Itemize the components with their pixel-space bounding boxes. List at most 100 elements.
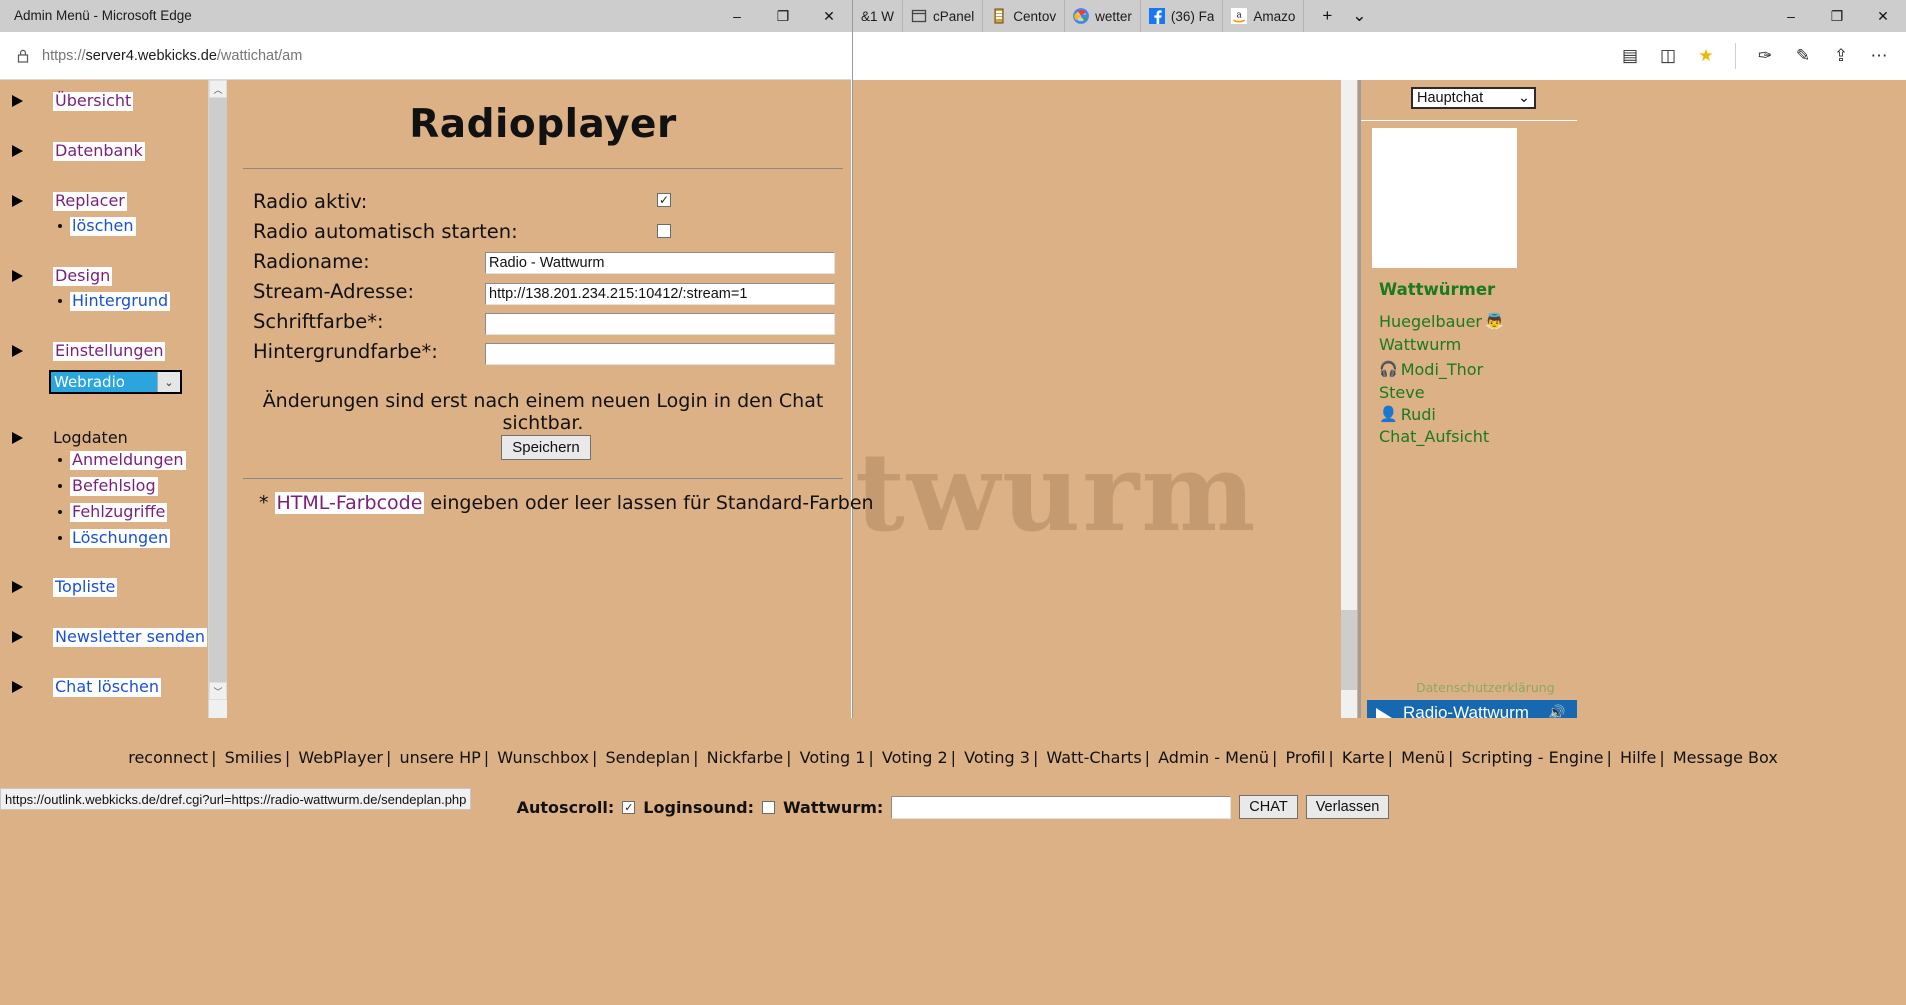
nav-link-voting-2[interactable]: Voting 2 — [882, 748, 948, 767]
stream-adresse-input[interactable]: http://138.201.234.215:10412/:stream=1 — [485, 283, 835, 305]
close-button[interactable]: ✕ — [1860, 0, 1906, 32]
address-bar[interactable]: https://server4.webkicks.de/wattichat/am — [0, 32, 851, 80]
close-button[interactable]: ✕ — [806, 0, 852, 32]
nav-sep: | — [1030, 748, 1041, 767]
sidebar-item-hintergrund[interactable]: Hintergrund — [58, 292, 170, 311]
reading-list-icon[interactable]: ◫ — [1651, 39, 1685, 73]
scroll-down-button[interactable]: ﹀ — [209, 682, 227, 700]
nav-link-hilfe[interactable]: Hilfe — [1620, 748, 1656, 767]
list-item[interactable]: Chat_Aufsicht — [1379, 427, 1489, 446]
favorites-star-icon[interactable]: ★ — [1689, 39, 1723, 73]
loginsound-checkbox[interactable] — [762, 801, 775, 814]
collections-icon[interactable]: ▤ — [1613, 39, 1647, 73]
watermark-logo: twurm — [855, 430, 1275, 650]
nav-link-message-box[interactable]: Message Box — [1673, 748, 1778, 767]
browser-tab[interactable]: (36) Fa — [1141, 0, 1224, 32]
browser-tab[interactable]: &1 W — [852, 0, 903, 32]
browser-tab[interactable]: a Amazo — [1223, 0, 1304, 32]
sidebar-item-label: Befehlslog — [70, 477, 158, 496]
save-button[interactable]: Speichern — [501, 435, 591, 460]
list-item[interactable]: Wattwurm — [1379, 335, 1461, 354]
minimize-button[interactable]: – — [1768, 0, 1814, 32]
list-item[interactable]: Steve — [1379, 383, 1425, 402]
share-icon[interactable]: ⇪ — [1824, 39, 1858, 73]
privacy-policy-link[interactable]: Datenschutzerklärung — [1416, 680, 1555, 695]
leave-chat-button[interactable]: Verlassen — [1306, 795, 1390, 819]
html-farbcode-link[interactable]: HTML-Farbcode — [275, 492, 425, 514]
user-name: Steve — [1379, 383, 1425, 402]
sidebar-item-uebersicht[interactable]: Übersicht — [12, 92, 133, 111]
new-tab-button[interactable]: + — [1312, 1, 1342, 31]
bullet-icon — [58, 536, 62, 540]
hintergrundfarbe-input[interactable] — [485, 343, 835, 365]
nav-link-karte[interactable]: Karte — [1342, 748, 1385, 767]
favorites-hub-icon[interactable]: ✑ — [1748, 39, 1782, 73]
chat-scrollbar[interactable] — [1341, 80, 1357, 720]
nav-link-wunschbox[interactable]: Wunschbox — [497, 748, 589, 767]
sidebar-scrollbar-thumb[interactable] — [209, 98, 227, 682]
sidebar-item-befehlslog[interactable]: Befehlslog — [58, 477, 158, 496]
sidebar-item-design[interactable]: Design — [12, 267, 112, 286]
chat-scrollbar-thumb[interactable] — [1341, 610, 1357, 690]
chevron-down-icon[interactable]: ⌄ — [1344, 1, 1374, 31]
settings-select[interactable]: Webradio ⌄ — [49, 370, 182, 394]
nav-link-scripting-engine[interactable]: Scripting - Engine — [1462, 748, 1604, 767]
sidebar-item-label: löschen — [70, 217, 136, 236]
message-input[interactable] — [891, 796, 1231, 819]
radio-aktiv-checkbox[interactable]: ✓ — [657, 193, 671, 207]
more-options-icon[interactable]: ⋯ — [1862, 39, 1896, 73]
arrow-right-icon — [12, 681, 23, 693]
minimize-button[interactable]: – — [714, 0, 760, 32]
bullet-icon — [58, 224, 62, 228]
nav-link-admin-menue[interactable]: Admin - Menü — [1158, 748, 1269, 767]
nav-link-reconnect[interactable]: reconnect — [128, 748, 208, 767]
nav-link-unsere-hp[interactable]: unsere HP — [399, 748, 480, 767]
notes-pen-icon[interactable]: ✎ — [1786, 39, 1820, 73]
room-select[interactable]: Hauptchat ⌄ — [1411, 87, 1536, 109]
nav-link-profil[interactable]: Profil — [1286, 748, 1326, 767]
nav-link-voting-1[interactable]: Voting 1 — [800, 748, 866, 767]
sidebar-item-datenbank[interactable]: Datenbank — [12, 142, 145, 161]
browser-tab[interactable]: wetter — [1065, 0, 1141, 32]
nav-sep: | — [282, 748, 293, 767]
sidebar-item-loeschungen[interactable]: Löschungen — [58, 529, 170, 548]
radio-autostart-checkbox[interactable] — [657, 224, 671, 238]
sidebar-item-logdaten[interactable]: Logdaten — [12, 428, 128, 447]
lock-icon — [12, 45, 34, 67]
chat-send-button[interactable]: CHAT — [1239, 795, 1297, 819]
browser-tab[interactable]: cPanel — [903, 0, 983, 32]
list-item[interactable]: Huegelbauer 👼 — [1379, 312, 1504, 331]
scroll-up-button[interactable]: ︿ — [209, 80, 227, 98]
bullet-icon — [58, 299, 62, 303]
nav-link-webplayer[interactable]: WebPlayer — [298, 748, 383, 767]
autoscroll-checkbox[interactable]: ✓ — [622, 801, 635, 814]
nav-sep: | — [1385, 748, 1396, 767]
nav-link-voting-3[interactable]: Voting 3 — [964, 748, 1030, 767]
loginsound-label: Loginsound: — [643, 798, 754, 817]
sidebar-item-newsletter[interactable]: Newsletter senden — [12, 628, 207, 647]
nav-link-smilies[interactable]: Smilies — [225, 748, 282, 767]
maximize-button[interactable]: ❐ — [1814, 0, 1860, 32]
stream-adresse-label: Stream-Adresse: — [253, 280, 414, 303]
radioname-input[interactable]: Radio - Wattwurm — [485, 252, 835, 274]
arrow-right-icon — [12, 145, 23, 157]
browser-tab[interactable]: Centov — [983, 0, 1065, 32]
sidebar-item-loeschen[interactable]: löschen — [58, 217, 136, 236]
maximize-button[interactable]: ❐ — [760, 0, 806, 32]
sidebar-item-topliste[interactable]: Topliste — [12, 578, 117, 597]
list-item[interactable]: 👤 Rudi — [1379, 405, 1436, 424]
list-item[interactable]: 🎧 Modi_Thor — [1379, 360, 1483, 379]
sidebar-item-einstellungen[interactable]: Einstellungen — [12, 342, 165, 361]
admin-sidebar: Übersicht Datenbank Replacer löschen Des… — [0, 80, 208, 718]
inner-title-bar: Admin Menü - Microsoft Edge – ❐ ✕ — [0, 0, 852, 32]
nav-link-sendeplan[interactable]: Sendeplan — [605, 748, 690, 767]
nav-link-menue[interactable]: Menü — [1401, 748, 1445, 767]
sidebar-item-chat-loeschen[interactable]: Chat löschen — [12, 678, 161, 697]
sidebar-item-anmeldungen[interactable]: Anmeldungen — [58, 451, 186, 470]
sidebar-scrollbar[interactable]: ︿ ﹀ — [208, 80, 227, 718]
nav-link-watt-charts[interactable]: Watt-Charts — [1046, 748, 1141, 767]
sidebar-item-fehlzugriffe[interactable]: Fehlzugriffe — [58, 503, 167, 522]
schriftfarbe-input[interactable] — [485, 313, 835, 335]
sidebar-item-replacer[interactable]: Replacer — [12, 192, 127, 211]
nav-link-nickfarbe[interactable]: Nickfarbe — [707, 748, 784, 767]
